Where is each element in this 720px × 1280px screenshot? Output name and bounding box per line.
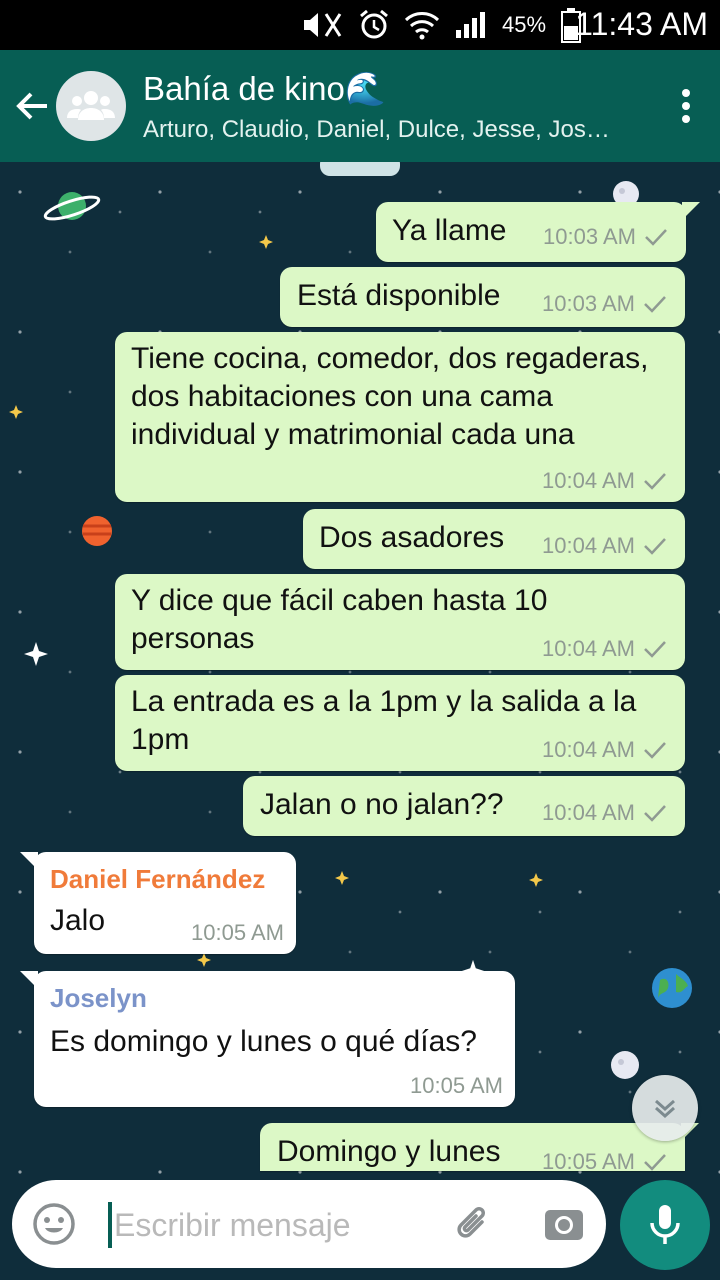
message-meta: 10:03 AM [542,291,667,317]
voice-record-button[interactable] [620,1180,710,1270]
check-icon [644,296,666,313]
group-avatar-icon [67,91,115,120]
message-outgoing[interactable]: Está disponible 10:03 AM [280,267,685,327]
clock: 11:43 AM [575,6,708,42]
message-time: 10:04 AM [542,800,635,825]
message-time: 10:03 AM [543,224,636,249]
group-avatar[interactable] [56,71,126,141]
check-icon [644,538,666,555]
wallpaper-fragment [320,162,400,176]
message-time: 10:05 AM [410,1073,503,1098]
arrow-left-icon[interactable] [14,88,50,124]
star-icon [24,642,48,666]
message-outgoing[interactable]: Tiene cocina, comedor, dos regaderas, do… [115,332,685,502]
signal-icon [456,12,485,38]
message-time: 10:04 AM [542,533,635,558]
battery-percent: 45% [502,12,547,37]
message-sender[interactable]: Joselyn [50,983,147,1014]
scroll-to-bottom-button[interactable] [632,1075,698,1141]
message-time: 10:03 AM [542,291,635,316]
star-icon [9,405,23,419]
message-text: Dos asadores [319,521,505,554]
check-icon [644,641,666,658]
more-vert-icon[interactable] [678,88,694,124]
message-time: 10:04 AM [542,636,635,661]
message-composer [12,1180,606,1268]
message-text: Es domingo y lunes o qué días? [50,1025,477,1058]
check-icon [644,742,666,759]
moon-icon [611,1051,639,1079]
message-outgoing[interactable]: Jalan o no jalan?? 10:04 AM [243,776,685,836]
bubble-tail [20,852,38,870]
message-meta: 10:04 AM [542,636,667,662]
chat-header: Bahía de kino🌊 Arturo, Claudio, Daniel, … [0,50,720,162]
chat-participants[interactable]: Arturo, Claudio, Daniel, Dulce, Jesse, J… [143,116,610,144]
paperclip-icon[interactable] [452,1202,496,1246]
message-meta: 10:05 AM [191,920,284,946]
mute-icon [304,13,342,37]
bubble-tail [682,202,700,220]
message-input[interactable] [112,1198,446,1252]
message-sender[interactable]: Daniel Fernández [50,864,265,895]
message-text: Tiene cocina, comedor, dos regaderas, do… [131,342,649,451]
check-icon [644,473,666,490]
message-time: 10:04 AM [542,737,635,762]
message-meta: 10:03 AM [543,224,668,250]
message-outgoing[interactable]: Y dice que fácil caben hasta 10 personas… [115,574,685,670]
alarm-icon [360,9,388,39]
message-text: Domingo y lunes [277,1135,501,1168]
planet-orange-icon [82,516,112,546]
message-text: Jalan o no jalan?? [260,788,504,821]
message-incoming[interactable]: Joselyn Es domingo y lunes o qué días? 1… [20,971,515,1107]
star-icon [335,871,349,885]
message-meta: 10:04 AM [542,800,667,826]
message-time: 10:05 AM [191,920,284,945]
check-icon [644,805,666,822]
check-icon [645,229,667,246]
message-time: 10:04 AM [542,468,635,493]
check-icon [644,1154,666,1171]
camera-icon[interactable] [542,1202,586,1246]
message-meta: 10:05 AM [410,1073,503,1099]
microphone-icon [650,1205,680,1244]
message-meta: 10:04 AM [542,737,667,763]
status-bar: 45% 11:43 AM [0,0,720,50]
earth-icon [652,968,692,1008]
message-text: Jalo [50,904,106,937]
message-meta: 10:04 AM [542,468,667,494]
message-outgoing[interactable]: La entrada es a la 1pm y la salida a la … [115,675,685,771]
emoji-icon[interactable] [32,1202,76,1246]
bubble-tail [20,971,38,989]
message-time: 10:05 AM [542,1149,635,1174]
message-text: Y dice que fácil caben hasta 10 personas [131,584,548,655]
star-icon [197,953,211,967]
message-meta: 10:04 AM [542,533,667,559]
star-icon [259,235,273,249]
chat-area[interactable]: Ya llame 10:03 AM Está disponible 10:03 … [0,162,720,1280]
message-incoming[interactable]: Daniel Fernández Jalo 10:05 AM [20,852,296,954]
message-text: Está disponible [297,279,501,312]
message-meta: 10:05 AM [542,1149,667,1175]
message-outgoing[interactable]: Domingo y lunes 10:05 AM [260,1123,699,1174]
double-chevron-down-icon [655,1099,675,1119]
status-icons: 45% [300,8,582,43]
star-icon [529,873,543,887]
planet-ringed-icon [43,192,101,221]
chat-title[interactable]: Bahía de kino🌊 [143,70,386,109]
wifi-icon [404,12,440,40]
message-outgoing[interactable]: Ya llame 10:03 AM [376,202,700,262]
message-text: Ya llame [392,214,507,247]
message-outgoing[interactable]: Dos asadores 10:04 AM [303,509,685,569]
